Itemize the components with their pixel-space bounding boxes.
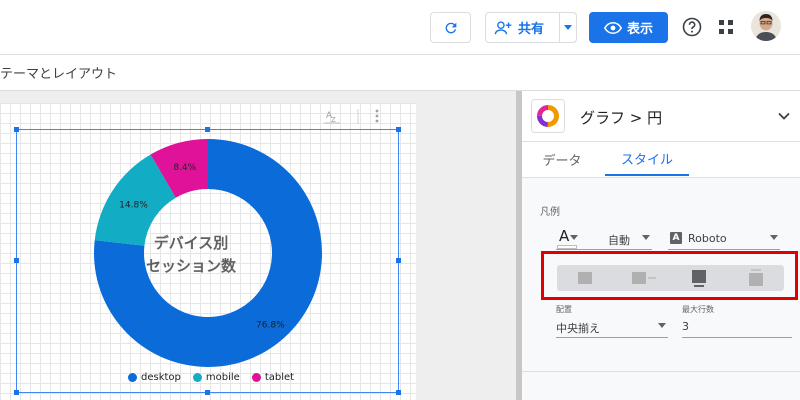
menu-theme-layout[interactable]: テーマとレイアウト [0, 63, 117, 82]
chart-selection-frame [16, 129, 399, 393]
help-icon[interactable] [682, 17, 702, 37]
eye-icon [603, 21, 622, 34]
font-color-swatch [557, 245, 577, 249]
caret-down-icon [642, 235, 650, 240]
max-lines-label: 最大行数 [682, 305, 714, 314]
caret-down-icon [770, 235, 778, 240]
chart-type-title: グラフ > 円 [580, 109, 663, 127]
panel-divider [522, 371, 800, 372]
share-dropdown-button[interactable] [559, 13, 576, 42]
resize-handle-nw[interactable] [14, 127, 19, 132]
legend-font-color-picker[interactable]: A [556, 227, 608, 250]
chevron-down-icon[interactable] [777, 109, 791, 123]
legend-align-select[interactable]: 中央揃え [556, 317, 668, 338]
align-label: 配置 [556, 305, 572, 314]
caret-down-icon [570, 235, 578, 240]
resize-handle-sw[interactable] [14, 390, 19, 395]
legend-font-size-select[interactable]: 自動 [608, 229, 652, 250]
legend-font-family-select[interactable]: A Roboto [668, 229, 780, 250]
resize-handle-s[interactable] [205, 390, 210, 395]
font-color-icon: A [559, 227, 570, 245]
resize-handle-e[interactable] [396, 258, 401, 263]
align-value: 中央揃え [556, 322, 600, 335]
refresh-button[interactable] [430, 12, 471, 43]
caret-down-icon [564, 25, 572, 30]
font-family-icon: A [670, 232, 682, 244]
user-avatar[interactable] [751, 11, 781, 41]
legend-section-label: 凡例 [540, 207, 560, 218]
highlight-annotation [541, 251, 798, 300]
legend-max-lines-input[interactable]: 3 [682, 317, 792, 338]
top-bar: 共有 表示 [0, 0, 800, 55]
refresh-icon [445, 22, 456, 33]
panel-tabs: データ スタイル [522, 142, 800, 178]
more-vert-icon[interactable] [375, 109, 379, 123]
apps-grid-icon[interactable] [718, 19, 734, 35]
menu-bar: テーマとレイアウト [0, 55, 800, 91]
resize-handle-se[interactable] [396, 390, 401, 395]
sort-az-icon[interactable]: A Z [324, 111, 340, 124]
resize-handle-w[interactable] [14, 258, 19, 263]
avatar-icon [751, 11, 781, 41]
share-button[interactable]: 共有 [485, 12, 577, 43]
donut-chart-icon [537, 105, 559, 127]
max-lines-value: 3 [682, 320, 689, 333]
add-person-icon [494, 20, 512, 34]
view-button[interactable]: 表示 [589, 12, 668, 43]
properties-panel: グラフ > 円 データ スタイル 凡例 A 自動 A Roboto 配置 最大行… [522, 91, 800, 400]
view-label: 表示 [626, 22, 653, 37]
resize-handle-ne[interactable] [396, 127, 401, 132]
tab-style[interactable]: スタイル [605, 142, 689, 176]
resize-handle-n[interactable] [205, 127, 210, 132]
font-family-value: Roboto [688, 232, 727, 245]
tab-data[interactable]: データ [522, 142, 602, 176]
caret-down-icon [658, 323, 666, 328]
font-size-value: 自動 [608, 234, 630, 247]
chart-type-selector[interactable] [531, 99, 565, 133]
chart-toolbar: A Z [324, 109, 379, 124]
share-label: 共有 [518, 22, 545, 37]
panel-header: グラフ > 円 [522, 91, 800, 142]
